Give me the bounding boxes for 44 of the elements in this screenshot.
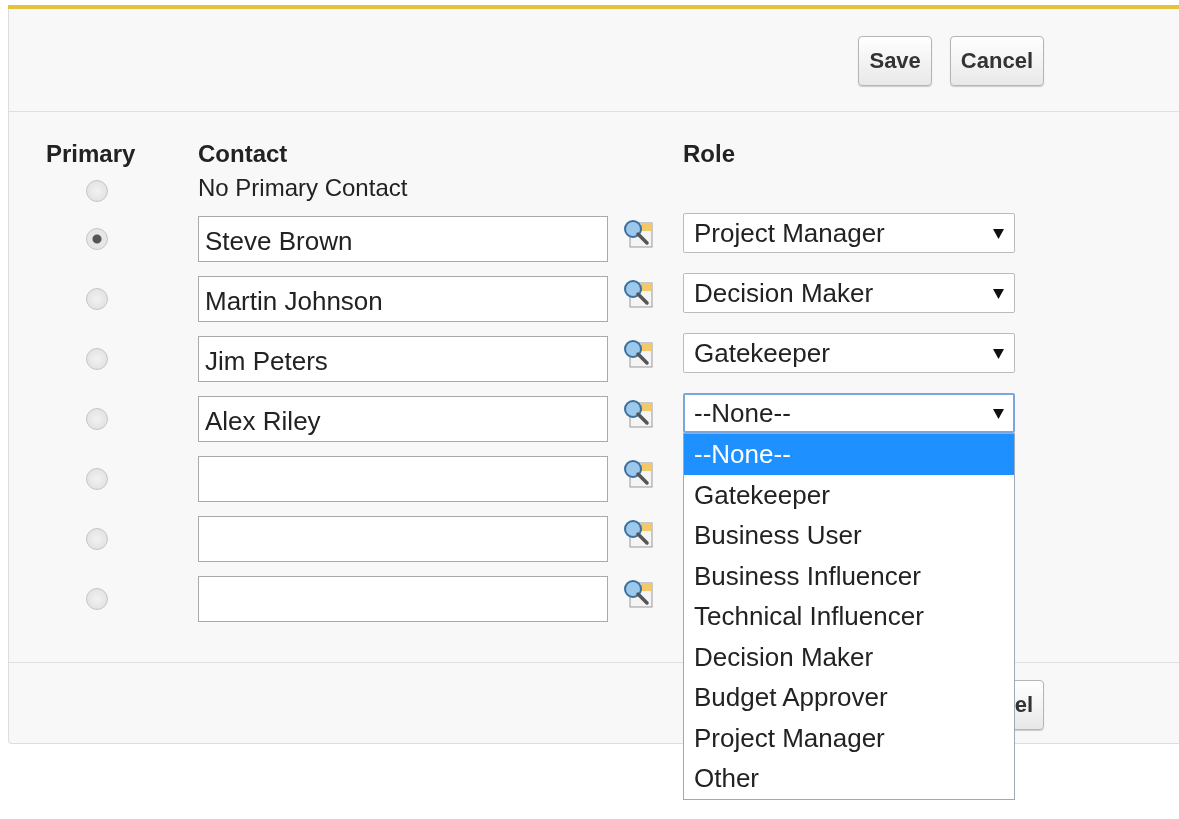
caret-icon <box>993 227 1004 239</box>
column-header: Primary <box>46 140 137 168</box>
contact-field[interactable]: Alex Riley <box>198 396 608 442</box>
contact-field[interactable]: Jim Peters <box>198 336 608 382</box>
primary-radio[interactable] <box>86 588 108 610</box>
primary-radio[interactable] <box>86 468 108 490</box>
lookup-icon[interactable] <box>621 397 655 431</box>
primary-radio[interactable] <box>86 288 108 310</box>
contact-field[interactable] <box>198 516 608 562</box>
contact-field[interactable] <box>198 456 608 502</box>
role-select[interactable]: Decision Maker <box>683 273 1015 313</box>
dropdown-option[interactable]: Technical Influencer <box>684 596 1014 637</box>
dropdown-option[interactable]: Budget Approver <box>684 677 1014 718</box>
caret-icon <box>993 407 1004 419</box>
primary-radio[interactable] <box>86 180 108 202</box>
lookup-icon[interactable] <box>621 517 655 551</box>
dropdown-option[interactable]: Decision Maker <box>684 636 1014 677</box>
dropdown-option[interactable]: Gatekeeper <box>684 474 1014 515</box>
primary-radio[interactable] <box>86 228 108 250</box>
dropdown-option[interactable]: Business Influencer <box>684 555 1014 596</box>
dropdown-option[interactable]: Project Manager <box>684 717 1014 758</box>
contact-field[interactable]: Martin Johnson <box>198 276 608 322</box>
role-select[interactable]: Gatekeeper <box>683 333 1015 373</box>
contact-field[interactable] <box>198 576 608 622</box>
lookup-icon[interactable] <box>621 577 655 611</box>
role-select[interactable]: Project Manager <box>683 213 1015 253</box>
primary-radio[interactable] <box>86 408 108 430</box>
primary-radio[interactable] <box>86 528 108 550</box>
dropdown-option[interactable]: Other <box>684 758 1014 799</box>
toolbar-button[interactable]: Cancel <box>949 36 1044 86</box>
contact-field[interactable]: Steve Brown <box>198 216 608 262</box>
lookup-icon[interactable] <box>621 337 655 371</box>
lookup-icon[interactable] <box>621 277 655 311</box>
primary-radio[interactable] <box>86 348 108 370</box>
no-primary-label: No Primary Contact <box>198 174 409 202</box>
column-header: Contact <box>198 140 289 168</box>
toolbar-button[interactable]: Save <box>858 36 932 86</box>
caret-icon <box>993 287 1004 299</box>
dropdown-option[interactable]: Business User <box>684 515 1014 556</box>
lookup-icon[interactable] <box>621 217 655 251</box>
role-select[interactable]: --None-- <box>683 393 1015 433</box>
column-header: Role <box>683 140 736 168</box>
lookup-icon[interactable] <box>621 457 655 491</box>
caret-icon <box>993 347 1004 359</box>
